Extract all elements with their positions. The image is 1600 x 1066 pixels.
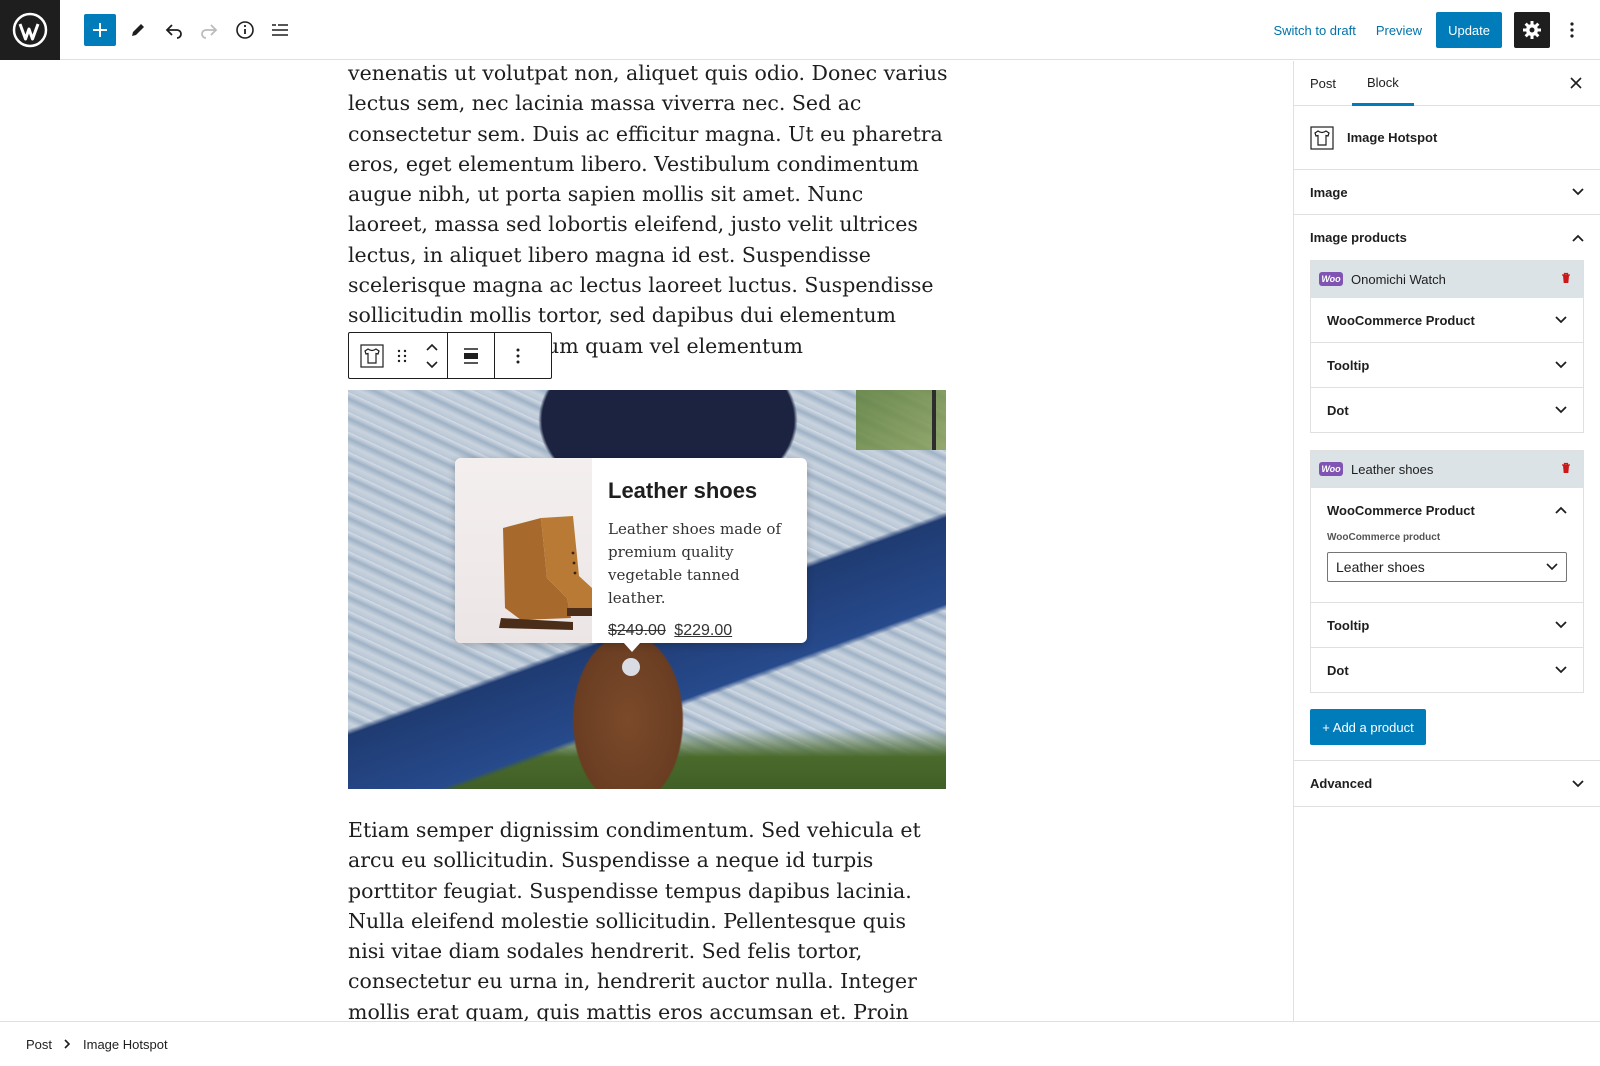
product-header[interactable]: Woo Onomichi Watch — [1311, 261, 1583, 297]
redo-icon[interactable] — [193, 14, 225, 46]
shirt-icon — [1310, 125, 1334, 150]
tab-block[interactable]: Block — [1352, 61, 1414, 106]
image-railing — [932, 390, 936, 450]
block-card-title: Image Hotspot — [1347, 130, 1438, 145]
breadcrumb-post[interactable]: Post — [26, 1037, 52, 1052]
settings-sidebar: Post Block Image Hotspot Image Image pro… — [1293, 61, 1600, 1021]
chevron-up-icon — [1572, 234, 1584, 242]
block-options-icon[interactable] — [503, 333, 533, 378]
panel-advanced-label: Advanced — [1310, 776, 1373, 791]
chevron-down-icon — [1555, 316, 1567, 324]
chevron-right-icon — [64, 1039, 71, 1049]
product-woocommerce-section[interactable]: WooCommerce Product — [1311, 487, 1583, 532]
section-label: Dot — [1327, 402, 1349, 418]
field-label: WooCommerce product — [1327, 532, 1441, 543]
product-dot-section[interactable]: Dot — [1311, 647, 1583, 692]
add-product-button[interactable]: + Add a product — [1310, 709, 1426, 745]
panel-image-products-label: Image products — [1310, 230, 1407, 245]
add-block-button[interactable] — [84, 14, 116, 46]
woo-icon: Woo — [1319, 272, 1343, 286]
product-dot-section[interactable]: Dot — [1311, 387, 1583, 432]
chevron-down-icon — [1572, 779, 1584, 787]
settings-gear-icon[interactable] — [1514, 12, 1550, 48]
close-icon[interactable] — [1570, 73, 1582, 94]
drag-handle-icon[interactable] — [387, 333, 417, 378]
woo-icon: Woo — [1319, 462, 1343, 476]
list-view-icon[interactable] — [264, 14, 296, 46]
tab-post[interactable]: Post — [1310, 61, 1336, 106]
chevron-down-icon — [1555, 361, 1567, 369]
chevron-down-icon — [1555, 621, 1567, 629]
trash-icon[interactable] — [1561, 272, 1571, 284]
chevron-up-icon — [1555, 506, 1567, 514]
product-header[interactable]: Woo Leather shoes — [1311, 451, 1583, 487]
block-type-shirt-icon[interactable] — [357, 333, 387, 378]
tooltip-description: Leather shoes made of premium quality ve… — [608, 520, 782, 607]
product-woocommerce-section[interactable]: WooCommerce Product — [1311, 297, 1583, 342]
wordpress-logo-icon[interactable] — [0, 0, 60, 60]
select-value: Leather shoes — [1336, 559, 1425, 575]
product-tooltip-section[interactable]: Tooltip — [1311, 602, 1583, 647]
breadcrumb-image-hotspot: Image Hotspot — [83, 1036, 168, 1052]
product-tooltip-section[interactable]: Tooltip — [1311, 342, 1583, 387]
panel-image-label: Image — [1310, 184, 1348, 200]
chevron-down-icon — [1555, 406, 1567, 414]
block-card: Image Hotspot — [1294, 106, 1600, 170]
new-price[interactable]: $229.00 — [674, 622, 732, 639]
tooltip-title: Leather shoes — [608, 478, 758, 503]
section-label: Dot — [1327, 662, 1349, 678]
chevron-down-icon — [1546, 563, 1558, 571]
paragraph-block[interactable]: venenatis ut volutpat non, aliquet quis … — [348, 61, 948, 361]
hotspot-dot[interactable] — [622, 658, 640, 676]
panel-image-products: Image products Woo Onomichi Watch WooCom… — [1294, 215, 1600, 761]
block-toolbar — [348, 332, 552, 379]
section-label: Tooltip — [1327, 357, 1370, 373]
align-icon[interactable] — [456, 333, 486, 378]
old-price: $249.00 — [608, 622, 666, 639]
hotspot-image[interactable]: Leather shoes Leather shoes made of prem… — [348, 390, 946, 789]
editor-canvas: venenatis ut volutpat non, aliquet quis … — [0, 61, 1293, 1021]
panel-image[interactable]: Image — [1294, 170, 1600, 215]
tooltip-price: $249.00 $229.00 — [608, 622, 798, 640]
section-label: WooCommerce Product — [1327, 312, 1475, 328]
paragraph-block[interactable]: Etiam semper dignissim condimentum. Sed … — [348, 815, 948, 1021]
panel-advanced[interactable]: Advanced — [1294, 761, 1600, 807]
switch-to-draft-button[interactable]: Switch to draft — [1263, 23, 1365, 38]
options-menu-icon[interactable] — [1554, 12, 1590, 48]
panel-image-products-header[interactable]: Image products — [1294, 215, 1600, 260]
product-item: Woo Onomichi Watch WooCommerce Product T… — [1310, 260, 1584, 433]
editor-header: Switch to draft Preview Update — [0, 0, 1600, 60]
sidebar-tabs: Post Block — [1294, 61, 1600, 106]
edit-pencil-icon[interactable] — [122, 14, 154, 46]
woocommerce-product-select[interactable]: Leather shoes — [1327, 552, 1567, 582]
chevron-down-icon — [1555, 666, 1567, 674]
product-item: Woo Leather shoes WooCommerce Product Wo… — [1310, 450, 1584, 693]
woocommerce-product-field: WooCommerce product Leather shoes — [1311, 532, 1583, 602]
undo-icon[interactable] — [158, 14, 190, 46]
details-info-icon[interactable] — [229, 14, 261, 46]
preview-button[interactable]: Preview — [1366, 23, 1432, 38]
panel-divider — [1294, 745, 1600, 761]
section-label: Tooltip — [1327, 617, 1370, 633]
section-label: WooCommerce Product — [1327, 502, 1475, 518]
move-up-down-icon[interactable] — [417, 333, 447, 378]
chevron-down-icon — [1572, 188, 1584, 196]
block-breadcrumb: Post Image Hotspot — [0, 1021, 1600, 1066]
product-name: Leather shoes — [1351, 461, 1434, 477]
trash-icon[interactable] — [1561, 462, 1571, 474]
product-tooltip: Leather shoes Leather shoes made of prem… — [455, 458, 807, 652]
product-photo — [455, 458, 592, 643]
update-button[interactable]: Update — [1436, 12, 1502, 48]
product-name: Onomichi Watch — [1351, 271, 1446, 287]
